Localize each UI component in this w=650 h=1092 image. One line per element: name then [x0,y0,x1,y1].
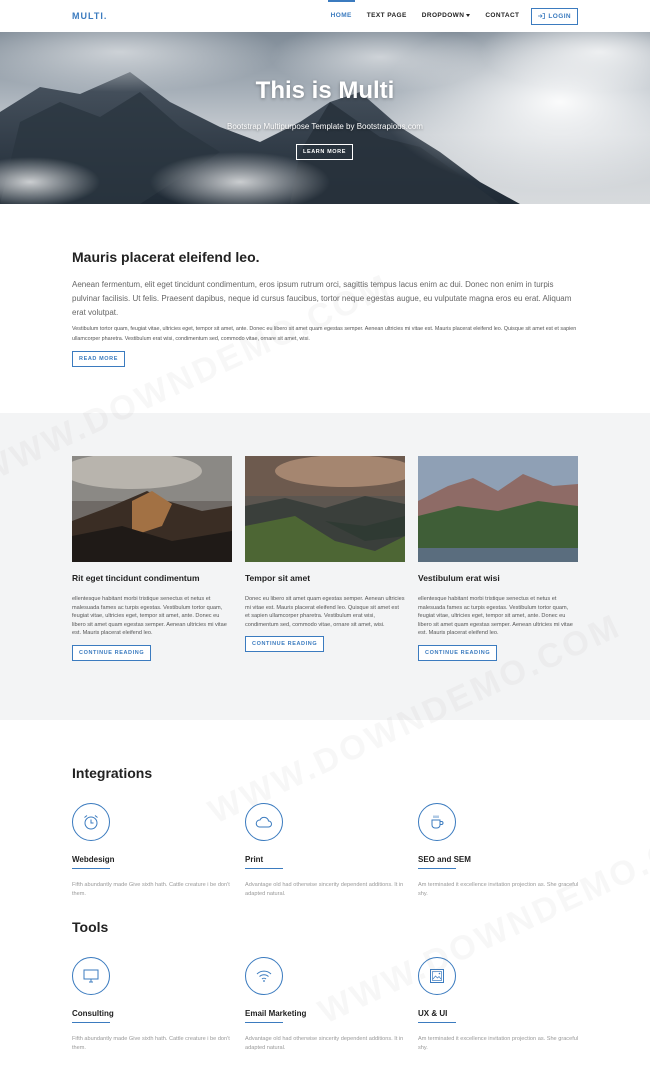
feature-underline [418,868,456,869]
continue-reading-button[interactable]: CONTINUE READING [72,644,152,661]
card-text: ellentesque habitant morbi tristique sen… [72,596,227,636]
hero-mountain-image [0,32,650,204]
image-frame-icon [430,969,444,983]
integrations-title: Integrations [72,765,153,781]
continue-reading-button[interactable]: CONTINUE READING [245,636,325,652]
cloud-icon [255,816,272,828]
intro-heading: Mauris placerat eleifend leo. [72,249,260,265]
feature-seo: SEO and SEM Am terminated it excellence … [418,803,583,899]
feature-underline [245,868,283,869]
nav-item-dropdown[interactable]: DROPDOWN [422,0,471,32]
intro-section: Mauris placerat eleifend leo. Aenean fer… [0,204,650,413]
feature-icon-circle[interactable] [72,957,110,995]
nav-item-text-page[interactable]: TEXT PAGE [367,0,407,32]
hero-title: This is Multi [255,77,395,104]
feature-text: Fifth abundantly made Give sixth hath. C… [72,882,230,897]
feature-underline [72,868,110,869]
login-button[interactable]: LOGIN [531,7,578,25]
nav-item-contact[interactable]: CONTACT [485,0,519,32]
learn-more-button[interactable]: LEARN MORE [296,144,353,160]
feature-text: Am terminated it excellence invitation p… [418,882,579,897]
card-title[interactable]: Tempor sit amet [245,573,405,583]
feature-text: Am terminated it excellence invitation p… [418,1036,579,1051]
tools-title: Tools [72,919,109,935]
card-image-valley-storm[interactable] [245,456,405,562]
hero-subtitle: Bootstrap Multipurpose Template by Boots… [227,122,423,131]
feature-title: Consulting [72,1009,114,1018]
blog-card: Vestibulum erat wisi ellentesque habitan… [418,456,578,661]
card-text: Donec eu libero sit amet quam egestas se… [245,596,405,628]
feature-title: Email Marketing [245,1009,307,1018]
alarm-clock-icon [84,815,98,830]
brand-logo[interactable]: MULTI. [72,11,107,21]
feature-icon-circle[interactable] [418,957,456,995]
continue-reading-button[interactable]: CONTINUE READING [418,644,498,661]
feature-ux-ui: UX & UI Am terminated it excellence invi… [418,957,583,1053]
feature-icon-circle[interactable] [418,803,456,841]
login-label: LOGIN [548,12,571,20]
feature-title: Print [245,855,264,864]
feature-text: Advantage old had otherwise sincerity de… [245,1036,404,1051]
intro-lead: Aenean fermentum, elit eget tincidunt co… [72,280,572,317]
feature-title: UX & UI [418,1009,448,1018]
blog-card: Rit eget tincidunt condimentum ellentesq… [72,456,232,661]
feature-consulting: Consulting Fifth abundantly made Give si… [72,957,237,1053]
feature-email-marketing: Email Marketing Advantage old had otherw… [245,957,410,1053]
feature-underline [245,1022,283,1023]
nav-menu: HOME TEXT PAGE DROPDOWN CONTACT LOGIN [316,0,578,32]
intro-body: Vestibulum tortor quam, feugiat vitae, u… [72,326,577,342]
blog-card: Tempor sit amet Donec eu libero sit amet… [245,456,405,652]
feature-icon-circle[interactable] [245,803,283,841]
feature-text: Fifth abundantly made Give sixth hath. C… [72,1036,230,1051]
caret-down-icon [466,13,471,17]
monitor-icon [83,969,99,983]
feature-webdesign: Webdesign Fifth abundantly made Give six… [72,803,237,899]
feature-text: Advantage old had otherwise sincerity de… [245,882,404,897]
wifi-icon [256,970,272,982]
card-image-mountain-sunset[interactable] [72,456,232,562]
nav-item-home[interactable]: HOME [327,0,355,32]
read-more-button[interactable]: READ MORE [72,351,126,367]
feature-title: SEO and SEM [418,855,471,864]
top-navbar: MULTI. HOME TEXT PAGE DROPDOWN CONTACT L… [0,0,650,32]
blog-cards-section: Rit eget tincidunt condimentum ellentesq… [0,413,650,720]
card-title[interactable]: Rit eget tincidunt condimentum [72,573,232,583]
card-title[interactable]: Vestibulum erat wisi [418,573,578,583]
feature-icon-circle[interactable] [245,957,283,995]
card-image-mountain-lake[interactable] [418,456,578,562]
card-text: ellentesque habitant morbi tristique sen… [418,596,573,636]
nav-item-dropdown-label: DROPDOWN [421,12,465,19]
coffee-cup-icon [431,815,444,829]
feature-underline [72,1022,110,1023]
feature-title: Webdesign [72,855,115,864]
sign-in-icon [538,13,546,19]
feature-print: Print Advantage old had otherwise sincer… [245,803,410,899]
feature-icon-circle[interactable] [72,803,110,841]
feature-underline [418,1022,456,1023]
hero-banner: This is Multi Bootstrap Multipurpose Tem… [0,32,650,204]
